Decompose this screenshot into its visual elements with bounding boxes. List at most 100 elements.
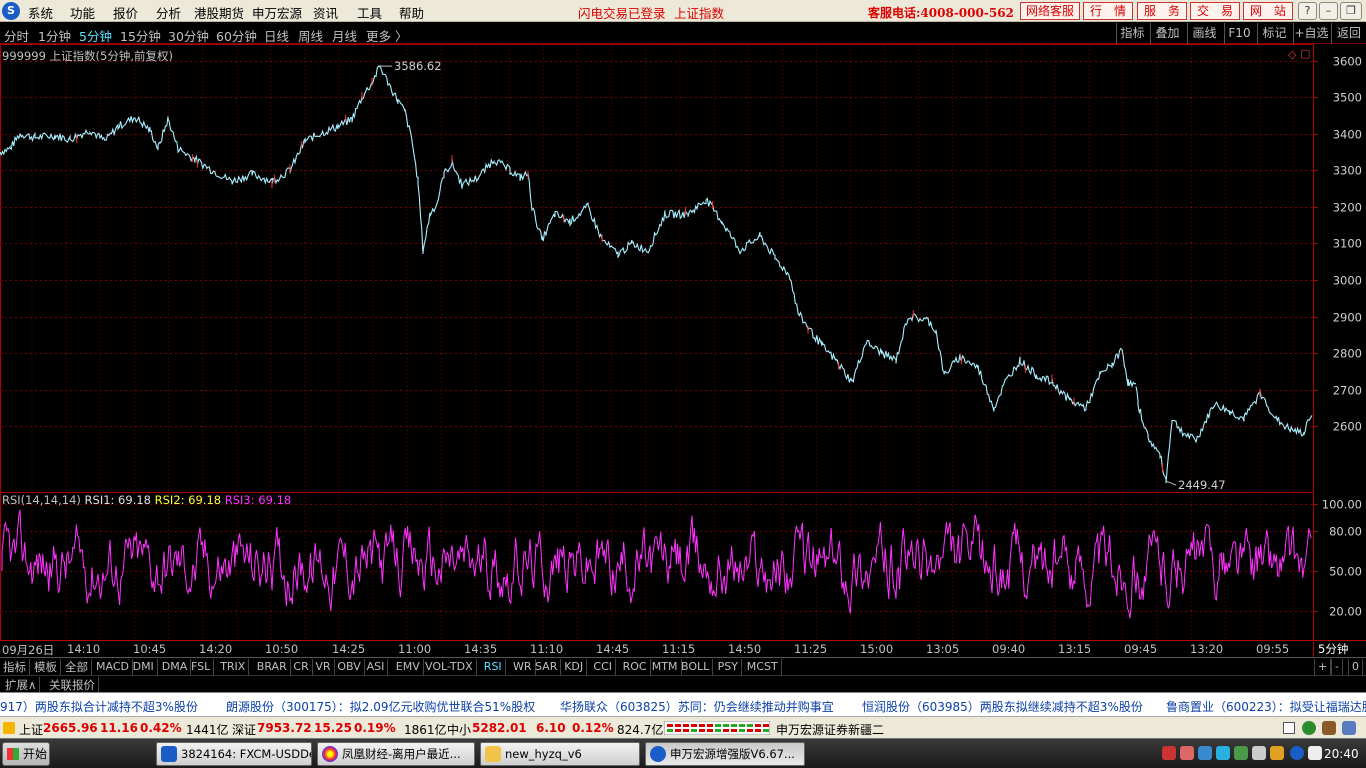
breadth-cell [675,729,681,732]
market-button[interactable]: 行 情 [1083,2,1133,20]
period-1min[interactable]: 1分钟 [38,26,71,45]
sh-value[interactable]: 2665.96 [43,721,98,735]
indicator-tab-roc[interactable]: ROC [620,659,651,675]
indicator-tab-obv[interactable]: OBV [334,659,365,675]
indicator-tab-dma[interactable]: DMA [159,659,192,675]
period-timeshare[interactable]: 分时 [4,26,29,45]
indicator-tab-mtm[interactable]: MTM [649,659,682,675]
trade-login-status[interactable]: 闪电交易已登录 [578,3,666,22]
indicator-tab-全部[interactable]: 全部 [62,659,92,675]
status-icon[interactable] [3,722,15,734]
menu-info[interactable]: 资讯 [313,3,338,22]
related-quote-tab[interactable]: 关联报价 [46,677,99,693]
indicator-tab-指标[interactable]: 指标 [0,659,30,675]
taskbar-task[interactable]: 3824164: FXCM-USDDe... [156,742,312,766]
indicator-tab-fsl[interactable]: FSL [188,659,215,675]
indicator-tab-dmi[interactable]: DMI [130,659,158,675]
user-icon[interactable] [1342,721,1356,735]
reset-button[interactable]: 0 [1348,659,1363,675]
period-30min[interactable]: 30分钟 [168,26,209,45]
news-item[interactable]: 朗源股份（300175）：拟2.09亿元收购优世联合51%股权 [226,698,535,715]
zx-value[interactable]: 5282.01 [472,721,527,735]
tray-app-icon[interactable] [1234,746,1248,760]
add-watchlist-tool[interactable]: +自选 [1293,23,1329,44]
back-tool[interactable]: 返回 [1331,23,1366,44]
period-15min[interactable]: 15分钟 [120,26,161,45]
menu-help[interactable]: 帮助 [399,3,424,22]
indicator-tool[interactable]: 指标 [1116,23,1148,44]
indicator-tab-cr[interactable]: CR [290,659,313,675]
indicator-tab-mcst[interactable]: MCST [744,659,782,675]
indicator-tab-vr[interactable]: VR [312,659,335,675]
tray-app-icon[interactable] [1270,746,1284,760]
menu-analysis[interactable]: 分析 [156,3,181,22]
volume-icon[interactable] [1308,746,1322,760]
f10-tool[interactable]: F10 [1224,23,1254,44]
restore-icon[interactable]: ❐ [1340,2,1362,20]
online-service-button[interactable]: 网络客服 [1020,2,1080,20]
zoom-out-button[interactable]: - [1331,659,1343,675]
time-tick-label: 09月26日 [2,643,55,657]
mark-tool[interactable]: 标记 [1257,23,1291,44]
menu-swhy[interactable]: 申万宏源 [252,3,302,22]
indicator-tab-emv[interactable]: EMV [393,659,424,675]
start-button[interactable]: 开始 [2,742,50,766]
service-button[interactable]: 服 务 [1137,2,1187,20]
indicator-tab-trix[interactable]: TRIX [217,659,250,675]
indicator-tab-psy[interactable]: PSY [715,659,742,675]
zoom-in-button[interactable]: + [1314,659,1332,675]
menu-quote[interactable]: 报价 [113,3,138,22]
input-method-icon[interactable] [1162,746,1176,760]
indicator-tab-boll[interactable]: BOLL [678,659,714,675]
overlay-tool[interactable]: 叠加 [1150,23,1184,44]
tray-app-icon[interactable] [1216,746,1230,760]
period-monthly[interactable]: 月线 [332,26,357,45]
period-5min[interactable]: 5分钟 [79,26,112,45]
window-icon[interactable]: ▢ [1300,47,1310,60]
taskbar-task[interactable]: 凤凰财经-离用户最近... [317,742,475,766]
indicator-tab-macd[interactable]: MACD [93,659,133,675]
network-icon[interactable] [1198,746,1212,760]
menu-function[interactable]: 功能 [70,3,95,22]
period-more[interactable]: 更多 〉 [366,26,407,45]
taskbar-task[interactable]: 申万宏源增强版V6.67... [645,742,805,766]
news-item[interactable]: 华扬联众（603825）苏同：仍会继续推动并购事宜 [560,698,834,715]
menu-hk-futures[interactable]: 港股期货 [194,3,244,22]
period-60min[interactable]: 60分钟 [216,26,257,45]
indicator-tab-kdj[interactable]: KDJ [561,659,588,675]
indicator-tab-cci[interactable]: CCI [590,659,616,675]
diamond-icon[interactable]: ◇ [1288,48,1296,61]
period-weekly[interactable]: 周线 [298,26,323,45]
app-logo-icon[interactable]: S [2,2,20,20]
draw-line-tool[interactable]: 画线 [1187,23,1221,44]
sz-value[interactable]: 7953.72 [257,721,312,735]
breadth-cell [683,724,689,727]
connection-icon[interactable] [1302,721,1316,735]
tray-app-icon[interactable] [1180,746,1194,760]
taskbar-task[interactable]: new_hyzq_v6 [480,742,640,766]
menu-system[interactable]: 系统 [28,3,53,22]
indicator-tab-sar[interactable]: SAR [532,659,562,675]
indicator-tab-rsi[interactable]: RSI [481,659,506,675]
website-button[interactable]: 网 站 [1243,2,1293,20]
breadth-cell [691,729,697,732]
indicator-tab-vol-tdx[interactable]: VOL-TDX [422,659,477,675]
minimize-icon[interactable]: – [1319,2,1338,20]
news-item[interactable]: 恒润股份（603985）两股东拟继续减持不超3%股份 [862,698,1143,715]
news-item[interactable]: 917）两股东拟合计减持不超3%股份 [0,698,198,715]
time-tick-label: 09:45 [1124,642,1158,656]
tray-app-icon[interactable] [1252,746,1266,760]
expand-toggle[interactable]: 扩展∧ [2,677,41,693]
help-icon[interactable]: ? [1298,2,1317,20]
indicator-tab-模板[interactable]: 模板 [31,659,61,675]
menu-tools[interactable]: 工具 [357,3,382,22]
kline-chart[interactable]: 3600 3500 3400 3300 3200 3100 3000 2900 2800 2700… [0,44,1366,658]
indicator-tab-asi[interactable]: ASI [364,659,389,675]
trade-button[interactable]: 交 易 [1190,2,1240,20]
checkbox-icon[interactable] [1283,722,1295,734]
bluetooth-icon[interactable] [1290,746,1304,760]
period-daily[interactable]: 日线 [264,26,289,45]
indicator-tab-brar[interactable]: BRAR [254,659,291,675]
news-item[interactable]: 鲁商置业（600223）：拟受让福瑞达股 [1166,698,1366,715]
lock-icon[interactable] [1322,721,1336,735]
